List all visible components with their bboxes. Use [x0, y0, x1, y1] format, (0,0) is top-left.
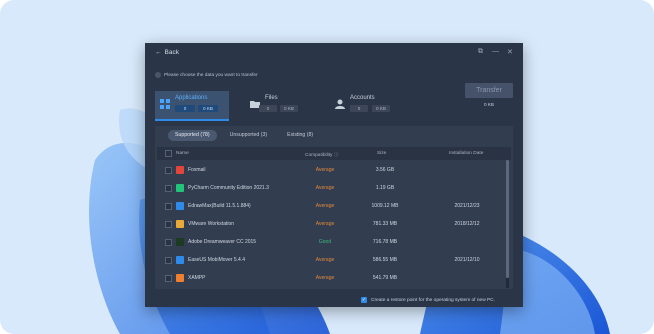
arrow-left-icon: ← — [155, 49, 162, 56]
app-install-date: 2021/12/23 — [454, 203, 480, 209]
category-size: 0 KB — [372, 105, 390, 112]
app-name: Adobe Dreamweaver CC 2015 — [188, 239, 257, 245]
tab-supported[interactable]: Supported (78) — [168, 130, 217, 141]
instruction-text: Please choose the data you want to trans… — [155, 72, 258, 78]
app-icon — [176, 274, 184, 282]
back-button[interactable]: ← Back — [155, 49, 179, 56]
row-checkbox[interactable] — [165, 185, 172, 192]
app-compatibility: Average — [315, 221, 335, 227]
table-row[interactable]: PyCharm Community Edition 2021.3 Average 1… — [157, 179, 511, 197]
transfer-size: 0 KB — [484, 102, 494, 107]
table-row[interactable]: XAMPP Average 541.79 MB — [157, 269, 511, 287]
app-icon — [176, 238, 184, 246]
category-files[interactable]: Files 0 0 KB — [245, 91, 315, 119]
app-install-date: 2021/12/10 — [454, 257, 480, 263]
help-icon[interactable]: ⓘ — [334, 153, 339, 158]
column-compatibility[interactable]: Compatibility ⓘ — [305, 151, 339, 158]
table-row[interactable]: EdrawMax(Build 11.5.1.884) Average 1009.12… — [157, 197, 511, 215]
app-size: 3.56 GB — [375, 167, 395, 173]
app-name: Foxmail — [188, 167, 206, 173]
app-size: 586.55 MB — [372, 257, 398, 263]
minimize-icon[interactable]: — — [492, 48, 499, 55]
app-compatibility: Average — [315, 275, 335, 281]
app-name: PyCharm Community Edition 2021.3 — [188, 185, 269, 191]
restore-point-label: Create a restore point for the operating… — [371, 297, 495, 303]
app-icon — [176, 202, 184, 210]
title-bar: ← Back ⧉ — ✕ — [145, 43, 523, 63]
table-row[interactable]: EaseUS MobiMover 5.4.4 Average 586.55 MB 20… — [157, 251, 511, 269]
compatibility-label: Compatibility — [305, 153, 333, 158]
app-icon — [176, 256, 184, 264]
account-icon — [335, 99, 345, 109]
app-compatibility: Average — [315, 203, 335, 209]
app-compatibility: Average — [315, 257, 335, 263]
scrollbar[interactable] — [506, 160, 509, 288]
restore-point-checkbox[interactable]: ✓ — [361, 297, 367, 303]
transfer-window: ← Back ⧉ — ✕ Please choose the data you … — [145, 43, 523, 307]
category-accounts[interactable]: Accounts 0 0 KB — [330, 91, 402, 119]
restore-point-option[interactable]: ✓ Create a restore point for the operati… — [361, 297, 495, 303]
app-size: 1009.12 MB — [371, 203, 399, 209]
app-size: 781.33 MB — [372, 221, 398, 227]
app-name: EdrawMax(Build 11.5.1.884) — [188, 203, 251, 209]
applications-panel: Supported (78) Unsupported (3) Existing … — [155, 126, 513, 289]
app-size: 541.79 MB — [372, 275, 398, 281]
tab-unsupported[interactable]: Unsupported (3) — [223, 130, 275, 141]
table-row[interactable]: Adobe Dreamweaver CC 2015 Good 716.78 MB — [157, 233, 511, 251]
app-icon — [176, 166, 184, 174]
table-row[interactable]: VMware Workstation Average 781.33 MB 2018/1… — [157, 215, 511, 233]
row-checkbox[interactable] — [165, 275, 172, 282]
close-icon[interactable]: ✕ — [507, 48, 513, 56]
row-checkbox[interactable] — [165, 167, 172, 174]
filter-tabs: Supported (78) Unsupported (3) Existing … — [168, 130, 320, 141]
app-name: EaseUS MobiMover 5.4.4 — [188, 257, 245, 263]
table-row[interactable]: Foxmail Average 3.56 GB — [157, 161, 511, 179]
table-header: Name Compatibility ⓘ Size Installation D… — [157, 147, 511, 160]
category-label: Applications — [175, 95, 208, 101]
category-label: Accounts — [350, 95, 375, 101]
app-compatibility: Good — [318, 239, 332, 245]
tab-existing[interactable]: Existing (8) — [280, 130, 320, 141]
scrollbar-thumb[interactable] — [506, 160, 509, 278]
app-name: VMware Workstation — [188, 221, 235, 227]
instruction-label: Please choose the data you want to trans… — [164, 72, 258, 78]
back-label: Back — [164, 49, 179, 56]
row-checkbox[interactable] — [165, 203, 172, 210]
column-name[interactable]: Name — [176, 151, 189, 156]
app-size: 716.78 MB — [372, 239, 398, 245]
app-compatibility: Average — [315, 185, 335, 191]
row-checkbox[interactable] — [165, 239, 172, 246]
category-count: 0 — [259, 105, 277, 112]
applications-icon — [160, 99, 170, 109]
category-label: Files — [265, 95, 278, 101]
app-install-date: 2018/12/12 — [454, 221, 480, 227]
app-icon — [176, 184, 184, 192]
column-installation-date[interactable]: Installation Date — [449, 151, 483, 156]
category-count: 0 — [350, 105, 368, 112]
app-icon — [176, 220, 184, 228]
column-size[interactable]: Size — [377, 151, 386, 156]
row-checkbox[interactable] — [165, 257, 172, 264]
select-all-checkbox[interactable] — [165, 150, 172, 157]
category-applications[interactable]: Applications 0 0 KB — [155, 91, 229, 121]
app-name: XAMPP — [188, 275, 206, 281]
transfer-button[interactable]: Transfer — [465, 83, 513, 98]
app-size: 1.19 GB — [375, 185, 395, 191]
info-icon — [155, 72, 161, 78]
row-checkbox[interactable] — [165, 221, 172, 228]
app-compatibility: Average — [315, 167, 335, 173]
category-size: 0 KB — [198, 105, 218, 112]
category-size: 0 KB — [280, 105, 298, 112]
restore-window-icon[interactable]: ⧉ — [478, 48, 483, 56]
category-count: 0 — [175, 105, 195, 112]
